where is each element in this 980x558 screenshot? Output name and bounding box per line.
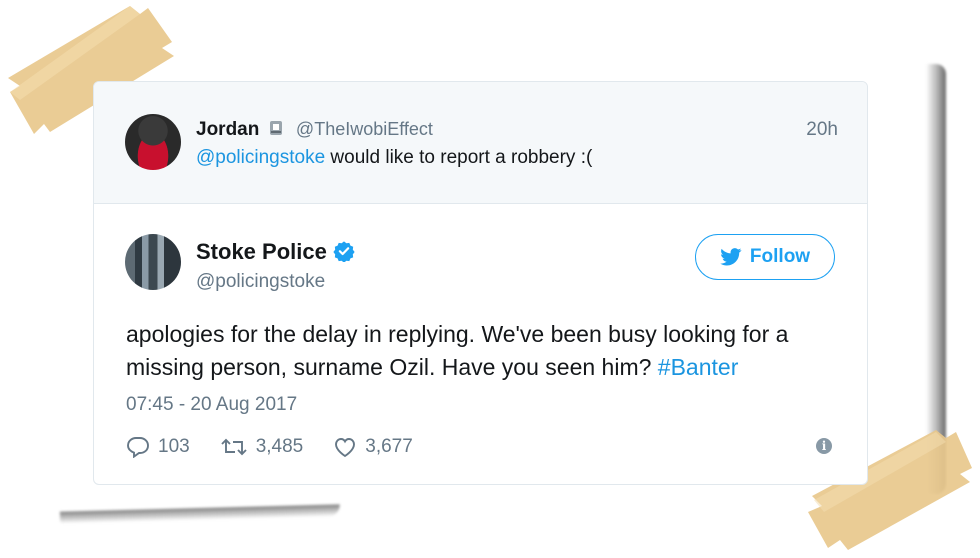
reply-icon: [127, 437, 149, 458]
timestamp[interactable]: 20h: [806, 119, 838, 141]
reply-action[interactable]: 103: [126, 436, 190, 458]
author-handle[interactable]: @policingstoke: [196, 271, 325, 293]
parent-text: would like to report a robbery :(: [325, 147, 593, 168]
tweet-text: apologies for the delay in replying. We'…: [126, 318, 846, 384]
follow-button[interactable]: Follow: [695, 234, 835, 280]
paper-shadow-bottom: [59, 504, 341, 524]
reply-count: 103: [158, 436, 190, 457]
bird-icon: [720, 248, 742, 266]
retweet-count: 3,485: [255, 436, 304, 457]
screenshot-stage: Jordan @TheIwobiEffect 20h @policingstok…: [0, 0, 980, 558]
parent-tweet-text: @policingstoke would like to report a ro…: [196, 147, 592, 169]
retweet-icon: [221, 438, 247, 456]
parent-author: Jordan @TheIwobiEffect: [196, 119, 433, 141]
like-action[interactable]: 3,677: [333, 436, 413, 458]
tweet-card: Jordan @TheIwobiEffect 20h @policingstok…: [93, 81, 868, 485]
tweet-date[interactable]: 07:45 - 20 Aug 2017: [126, 394, 297, 416]
heart-icon: [335, 438, 356, 458]
author-handle[interactable]: @TheIwobiEffect: [296, 119, 433, 139]
retweet-action[interactable]: 3,485: [220, 436, 304, 458]
info-icon[interactable]: i: [816, 438, 832, 454]
avatar[interactable]: [125, 234, 181, 290]
parent-tweet[interactable]: Jordan @TheIwobiEffect 20h @policingstok…: [94, 82, 867, 204]
avatar[interactable]: [125, 114, 181, 170]
badge-icon: [269, 121, 282, 135]
tweet-actions: 103 3,485 3,677: [126, 434, 443, 460]
follow-label: Follow: [749, 246, 811, 267]
author-name: Stoke Police: [196, 239, 327, 264]
mention-link[interactable]: @policingstoke: [196, 147, 325, 168]
like-count: 3,677: [365, 436, 413, 457]
verified-icon: [333, 241, 355, 262]
tweet-author[interactable]: Stoke Police: [196, 239, 355, 265]
hashtag-link[interactable]: #Banter: [658, 354, 739, 380]
author-name[interactable]: Jordan: [196, 119, 259, 140]
